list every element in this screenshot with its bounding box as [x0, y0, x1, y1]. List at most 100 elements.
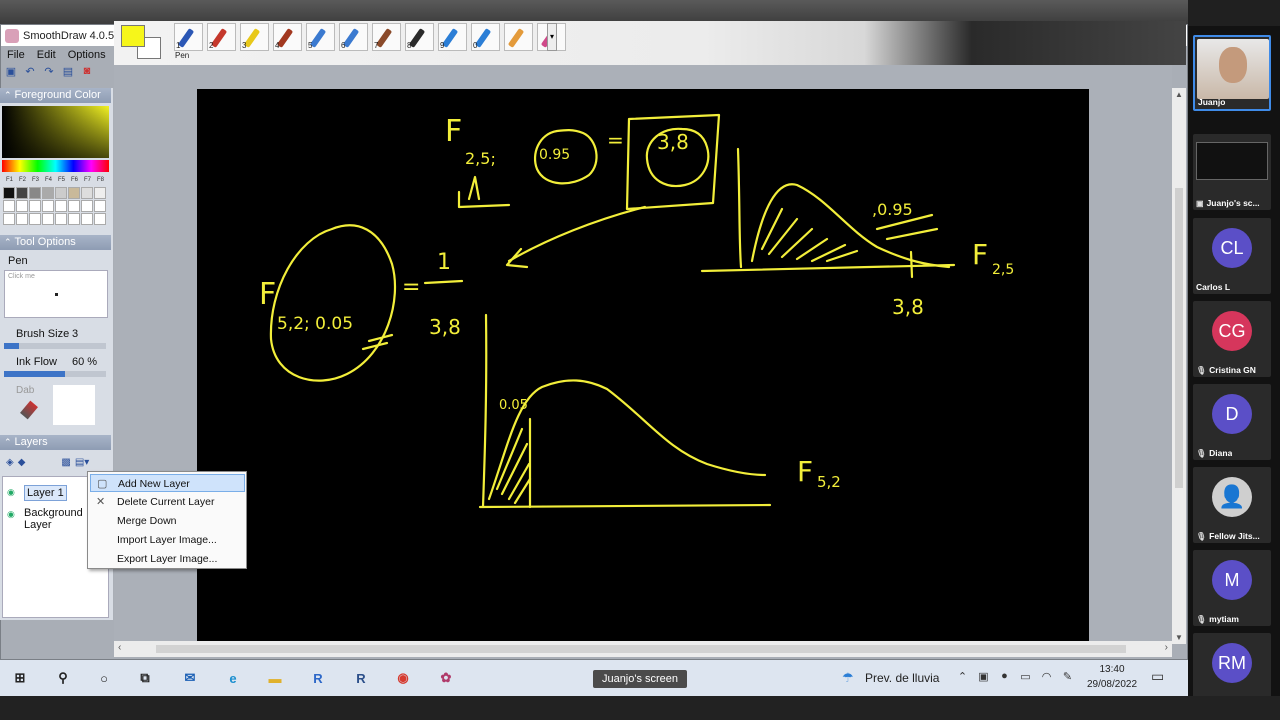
visibility-eye-icon[interactable]: ◉ [7, 487, 17, 497]
scroll-left-arrow[interactable]: ‹ [118, 642, 121, 653]
color-swatch[interactable] [94, 200, 106, 212]
menu-file[interactable]: File [7, 49, 25, 61]
color-swatch[interactable] [81, 213, 93, 225]
color-swatch[interactable] [16, 213, 28, 225]
meet-icon[interactable]: ▣ [973, 670, 994, 683]
task-view-icon[interactable]: ⧉ [134, 668, 156, 688]
color-swatch[interactable] [81, 200, 93, 212]
r-icon[interactable]: R [307, 668, 329, 688]
drawing-canvas[interactable]: F 5,2; 0.05 = 1 3,8 F 2,5; 0.95 = 3,8,0.95 F 2,5 3,8… [197, 89, 1089, 641]
color-swatch[interactable] [94, 187, 106, 199]
horizontal-scroll-thumb[interactable] [156, 645, 1126, 653]
color-swatch[interactable] [3, 213, 15, 225]
color-swatch[interactable] [3, 187, 15, 199]
color-swatch[interactable] [55, 187, 67, 199]
battery-icon[interactable]: ▭ [1015, 670, 1036, 683]
brush-tool-3[interactable]: 3 [240, 23, 269, 51]
clock[interactable]: 13:40 29/08/2022 [1086, 662, 1138, 692]
scroll-down-arrow[interactable]: ▼ [1172, 633, 1186, 642]
participant-tile[interactable]: D 🎙 Diana [1193, 384, 1271, 460]
menu-item-merge-down[interactable]: Merge Down [90, 512, 245, 530]
layers-header[interactable]: ⌃ Layers [0, 435, 111, 450]
color-swatch[interactable] [16, 200, 28, 212]
menu-item-delete-current-layer[interactable]: ✕ Delete Current Layer [90, 493, 245, 511]
color-picker[interactable] [2, 106, 109, 158]
smoothdraw-icon[interactable]: ✿ [435, 668, 457, 688]
color-swatch[interactable] [42, 200, 54, 212]
layer-properties-icon[interactable]: ▩ [61, 457, 70, 468]
menu-edit[interactable]: Edit [37, 49, 56, 61]
color-swatch[interactable] [29, 213, 41, 225]
layer-item[interactable]: ◉ Background Layer [7, 507, 86, 531]
participant-tile[interactable]: CL Carlos L [1193, 218, 1271, 294]
participant-tile[interactable]: 👤 🎙 Fellow Jits... [1193, 467, 1271, 543]
windows-start-icon[interactable]: ⊞ [9, 668, 31, 688]
dab-preview[interactable] [53, 385, 95, 425]
brush-preview[interactable]: Click me [4, 270, 108, 318]
brush-tool-4[interactable]: 4 [273, 23, 302, 51]
brush-tool-8[interactable]: 8 [405, 23, 434, 51]
participant-tile[interactable]: CG 🎙 Cristina GN [1193, 301, 1271, 377]
color-swatch[interactable] [68, 200, 80, 212]
wifi-icon[interactable]: ◠ [1036, 670, 1057, 683]
menu-item-add-new-layer[interactable]: ▢ Add New Layer [90, 474, 245, 492]
visibility-eye-icon[interactable]: ◉ [7, 509, 17, 519]
color-swatch[interactable] [55, 200, 67, 212]
mail-icon[interactable]: ✉ [179, 668, 201, 688]
horizontal-scrollbar[interactable]: ‹ › [114, 641, 1172, 657]
color-swatch[interactable] [42, 213, 54, 225]
brush-size-slider[interactable] [4, 343, 106, 349]
camera-icon[interactable]: ◙ [79, 63, 95, 79]
color-swatch[interactable] [68, 213, 80, 225]
pen-icon[interactable]: ✎ [1057, 670, 1078, 683]
search-icon[interactable]: ⚲ [52, 668, 74, 688]
move-layer-up-icon[interactable]: ◈ [6, 457, 14, 468]
brush-tool-1[interactable]: 1 [174, 23, 203, 51]
fullscreen-icon[interactable]: ▤ [60, 63, 76, 79]
color-swatch[interactable] [55, 213, 67, 225]
participant-tile[interactable]: Juanjo [1193, 35, 1271, 111]
layer-menu-icon[interactable]: ▤▾ [75, 457, 89, 468]
notification-icon[interactable]: ▭ [1151, 668, 1164, 685]
undo-icon[interactable]: ↶ [22, 63, 38, 79]
layer-item[interactable]: ◉ Layer 1 [7, 485, 67, 501]
tool-options-header[interactable]: ⌃ Tool Options [0, 235, 111, 250]
move-layer-down-icon[interactable]: ◆ [18, 457, 26, 468]
color-swatch[interactable] [16, 187, 28, 199]
color-swatch[interactable] [29, 187, 41, 199]
chevron-up-icon[interactable]: ⌃ [952, 670, 973, 683]
brush-tool-10[interactable]: 0 [471, 23, 500, 51]
color-swatch[interactable] [42, 187, 54, 199]
participant-tile[interactable]: M 🎙 mytiam [1193, 550, 1271, 626]
color-swatch[interactable] [81, 187, 93, 199]
brush-tool-9[interactable]: 9 [438, 23, 467, 51]
weather-widget[interactable]: ☂ Prev. de lluvia [842, 670, 939, 686]
explorer-icon[interactable]: ▬ [264, 668, 286, 688]
hue-spectrum[interactable] [2, 160, 109, 172]
redo-icon[interactable]: ↷ [41, 63, 57, 79]
scroll-up-arrow[interactable]: ▲ [1172, 90, 1186, 99]
vertical-scroll-thumb[interactable] [1175, 188, 1183, 488]
brush-tool-5[interactable]: 5 [306, 23, 335, 51]
participant-tile[interactable]: ▣ Juanjo's sc... [1193, 134, 1271, 210]
brush-tool-2[interactable]: 2 [207, 23, 236, 51]
vertical-scrollbar[interactable]: ▲ ▼ [1172, 88, 1186, 644]
menu-options[interactable]: Options [68, 49, 106, 61]
chrome-icon[interactable]: ◉ [392, 668, 414, 688]
foreground-color-header[interactable]: ⌃ Foreground Color [0, 88, 111, 103]
edge-icon[interactable]: e [222, 668, 244, 688]
menu-item-export-layer-image[interactable]: Export Layer Image... [90, 550, 245, 568]
tool-dropdown-arrow[interactable]: ▾ [547, 23, 557, 51]
microphone-icon[interactable]: ● [994, 670, 1015, 683]
brush-tool-11[interactable] [504, 23, 533, 51]
brush-tool-7[interactable]: 7 [372, 23, 401, 51]
scroll-right-arrow[interactable]: › [1165, 642, 1168, 653]
foreground-color-swatch[interactable] [121, 25, 145, 47]
menu-item-import-layer-image[interactable]: Import Layer Image... [90, 531, 245, 549]
color-swatch[interactable] [94, 213, 106, 225]
color-swatch[interactable] [68, 187, 80, 199]
color-swatch[interactable] [29, 200, 41, 212]
cortana-icon[interactable]: ○ [93, 668, 115, 688]
color-swatch[interactable] [3, 200, 15, 212]
rstudio-icon[interactable]: R [350, 668, 372, 688]
